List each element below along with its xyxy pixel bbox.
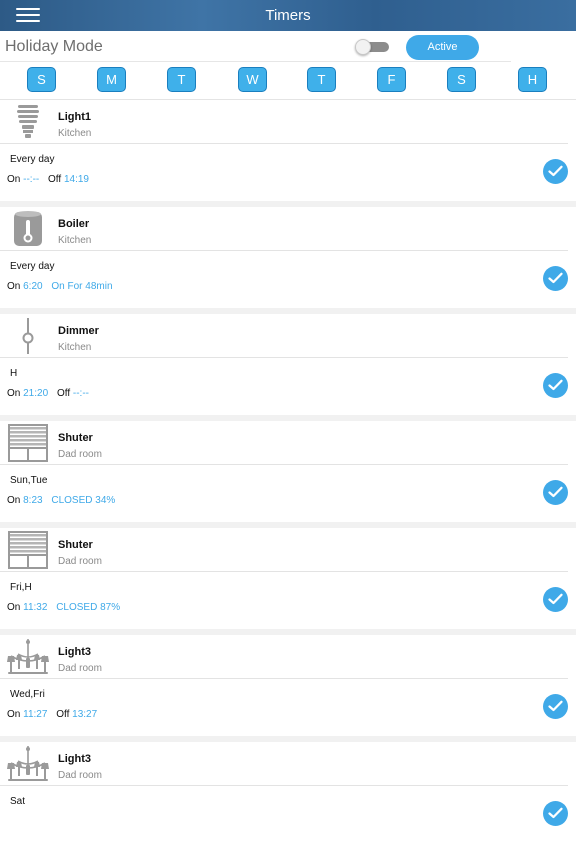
on-time: 11:27 — [23, 709, 48, 720]
dimmer-icon — [22, 318, 34, 354]
day-button-sunday[interactable]: S — [27, 67, 56, 92]
timer-days: H — [10, 368, 18, 379]
device-room: Dad room — [58, 770, 102, 781]
on-label: On — [7, 388, 21, 399]
day-button-saturday[interactable]: S — [447, 67, 476, 92]
device-room: Kitchen — [58, 128, 92, 139]
timer-card-header: Shuter Dad room — [0, 528, 568, 572]
day-button-monday[interactable]: M — [97, 67, 126, 92]
off-time: 13:27 — [72, 709, 98, 720]
timer-card[interactable]: Boiler Kitchen Every day On 6:20 On For … — [0, 207, 576, 308]
device-name: Light3 — [58, 753, 91, 765]
timer-card[interactable]: Shuter Dad room Sun,Tue On 8:23 CLOSED 3… — [0, 421, 576, 522]
timer-schedule: On 6:20 On For 48min — [7, 281, 113, 292]
timer-card[interactable]: Dimmer Kitchen H On 21:20 Off --:-- — [0, 314, 576, 415]
chandelier-icon — [7, 746, 49, 781]
day-button-thursday[interactable]: T — [307, 67, 336, 92]
shutter-icon — [8, 531, 48, 569]
enabled-check-icon[interactable] — [543, 801, 568, 826]
on-label: On — [7, 602, 21, 613]
off-time: 14:19 — [63, 174, 89, 185]
enabled-check-icon[interactable] — [543, 266, 568, 291]
on-time: 11:32 — [23, 602, 48, 613]
device-name: Shuter — [58, 432, 93, 444]
timer-card-header: Shuter Dad room — [0, 421, 568, 465]
off-label: Off — [56, 709, 70, 720]
on-time: --:-- — [23, 174, 40, 185]
off-label: Off — [48, 174, 62, 185]
on-label: On — [7, 174, 21, 185]
device-room: Kitchen — [58, 342, 92, 353]
header-bar: Timers — [0, 0, 576, 31]
enabled-check-icon[interactable] — [543, 587, 568, 612]
device-name: Shuter — [58, 539, 93, 551]
timer-schedule: On 11:32 CLOSED 87% — [7, 602, 120, 613]
holiday-mode-label: Holiday Mode — [5, 38, 103, 55]
day-button-tuesday[interactable]: T — [167, 67, 196, 92]
action-value: CLOSED 34% — [51, 495, 116, 506]
off-label: Off — [56, 388, 71, 399]
chandelier-icon — [7, 639, 49, 674]
device-room: Kitchen — [58, 235, 92, 246]
timer-days: Every day — [10, 154, 55, 165]
day-button-holiday[interactable]: H — [518, 67, 547, 92]
timer-schedule: On 11:27 Off 13:27 — [7, 709, 97, 720]
on-label: On — [7, 495, 21, 506]
device-room: Dad room — [58, 449, 102, 460]
timer-card-header: Light3 Dad room — [0, 635, 568, 679]
timer-card[interactable]: Shuter Dad room Fri,H On 11:32 CLOSED 87… — [0, 528, 576, 629]
enabled-check-icon[interactable] — [543, 159, 568, 184]
timer-card[interactable]: Light1 Kitchen Every day On --:-- Off 14… — [0, 100, 576, 201]
page-title: Timers — [265, 7, 311, 24]
active-button[interactable]: Active — [406, 35, 479, 60]
bulb-icon — [17, 105, 39, 138]
timer-days: Fri,H — [10, 582, 32, 593]
device-name: Boiler — [58, 218, 90, 230]
timer-card-header: Boiler Kitchen — [0, 207, 568, 251]
enabled-check-icon[interactable] — [543, 373, 568, 398]
device-name: Light1 — [58, 111, 91, 123]
timer-schedule: On 21:20 Off --:-- — [7, 388, 89, 399]
timer-card[interactable]: Light3 Dad room Wed,Fri On 11:27 Off 13:… — [0, 635, 576, 736]
timer-card[interactable]: Light3 Dad room Sat — [0, 742, 576, 843]
off-time: --:-- — [72, 388, 89, 399]
timer-card-header: Light3 Dad room — [0, 742, 568, 786]
day-filter-bar: S M T W T F S H — [0, 62, 576, 100]
action-value: CLOSED 87% — [56, 602, 121, 613]
holiday-mode-row: Holiday Mode Active — [0, 31, 511, 62]
on-time: 8:23 — [23, 495, 43, 506]
enabled-check-icon[interactable] — [543, 694, 568, 719]
on-time: 6:20 — [23, 281, 43, 292]
day-button-wednesday[interactable]: W — [238, 67, 267, 92]
on-label: On — [7, 709, 21, 720]
timer-days: Sun,Tue — [10, 475, 48, 486]
timer-schedule: On --:-- Off 14:19 — [7, 174, 89, 185]
timer-days: Every day — [10, 261, 55, 272]
timer-card-header: Light1 Kitchen — [0, 100, 568, 144]
enabled-check-icon[interactable] — [543, 480, 568, 505]
timer-schedule: On 8:23 CLOSED 34% — [7, 495, 115, 506]
toggle-knob — [355, 39, 371, 55]
timer-list: Light1 Kitchen Every day On --:-- Off 14… — [0, 100, 576, 843]
holiday-mode-toggle[interactable] — [355, 39, 389, 55]
boiler-icon — [14, 211, 42, 246]
shutter-icon — [8, 424, 48, 462]
on-time: 21:20 — [23, 388, 49, 399]
timer-days: Wed,Fri — [10, 689, 45, 700]
device-name: Dimmer — [58, 325, 99, 337]
duration-value: On For 48min — [51, 281, 113, 292]
device-room: Dad room — [58, 556, 102, 567]
timer-days: Sat — [10, 796, 26, 807]
day-button-friday[interactable]: F — [377, 67, 406, 92]
device-room: Dad room — [58, 663, 102, 674]
timer-card-header: Dimmer Kitchen — [0, 314, 568, 358]
device-name: Light3 — [58, 646, 91, 658]
on-label: On — [7, 281, 21, 292]
